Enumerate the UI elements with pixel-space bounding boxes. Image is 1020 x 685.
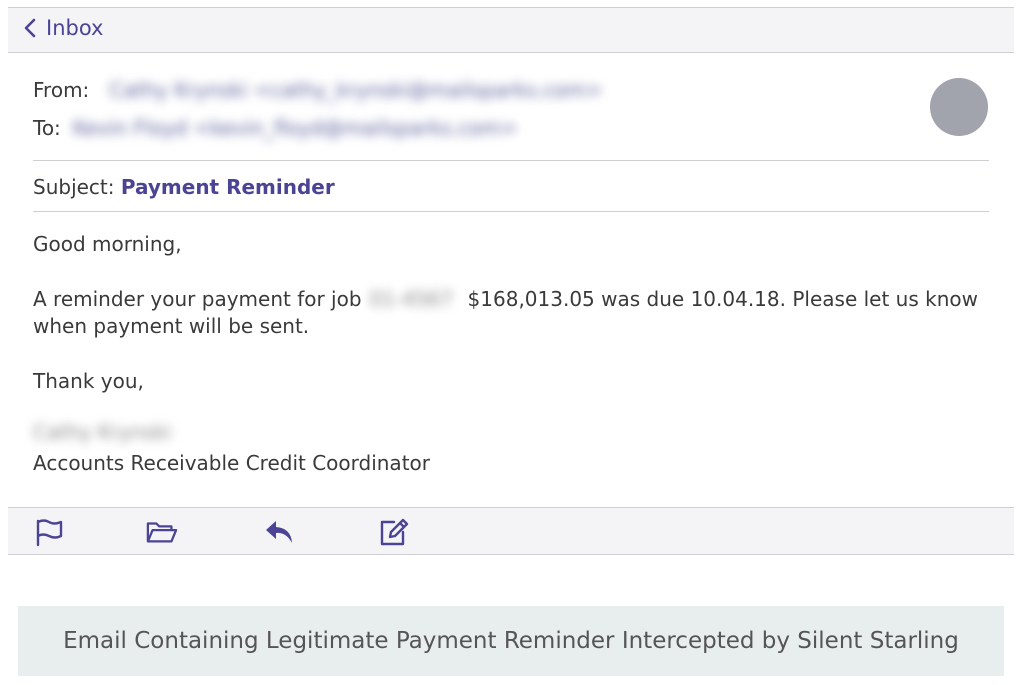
back-label: Inbox bbox=[46, 16, 104, 40]
signature-title: Accounts Receivable Credit Coordinator bbox=[33, 451, 430, 475]
from-address-redacted: Cathy Krynski <cathy_krynski@mailsparks.… bbox=[109, 78, 603, 102]
message-prefix: A reminder your payment for job bbox=[33, 287, 362, 311]
to-label: To: bbox=[33, 116, 61, 140]
greeting: Good morning, bbox=[33, 232, 182, 256]
subject-label: Subject: bbox=[33, 175, 115, 199]
avatar bbox=[930, 78, 988, 136]
action-toolbar bbox=[8, 507, 1014, 555]
back-to-inbox-button[interactable]: Inbox bbox=[24, 16, 103, 40]
chevron-left-icon bbox=[24, 18, 36, 38]
subject-value: Payment Reminder bbox=[120, 175, 335, 199]
from-label: From: bbox=[33, 78, 90, 102]
to-row: To: Kevin Floyd <kevin_floyd@mailsparks.… bbox=[33, 116, 517, 140]
move-to-folder-button[interactable] bbox=[146, 517, 178, 547]
job-number-redacted: 01-4567 bbox=[369, 287, 454, 311]
compose-button[interactable] bbox=[378, 517, 410, 547]
compose-icon bbox=[380, 518, 409, 546]
signature-name: Cathy Krynski bbox=[33, 420, 172, 444]
subject-row: Subject: Payment Reminder bbox=[33, 175, 335, 199]
payment-message: A reminder your payment for job 01-4567 $1… bbox=[33, 286, 993, 340]
divider bbox=[33, 211, 989, 212]
reply-icon bbox=[266, 521, 292, 543]
signature-name-redacted: Cathy Krynski bbox=[33, 419, 993, 446]
closing: Thank you, bbox=[33, 369, 144, 393]
top-bar: Inbox bbox=[8, 7, 1014, 53]
flag-icon bbox=[36, 519, 63, 547]
to-address-redacted: Kevin Floyd <kevin_floyd@mailsparks.com> bbox=[72, 116, 518, 140]
from-row: From: Cathy Krynski <cathy_krynski@mails… bbox=[33, 78, 603, 102]
figure-caption: Email Containing Legitimate Payment Remi… bbox=[18, 606, 1004, 676]
folder-icon bbox=[146, 522, 178, 543]
divider bbox=[33, 160, 989, 161]
flag-button[interactable] bbox=[33, 517, 65, 547]
reply-button[interactable] bbox=[264, 517, 296, 547]
